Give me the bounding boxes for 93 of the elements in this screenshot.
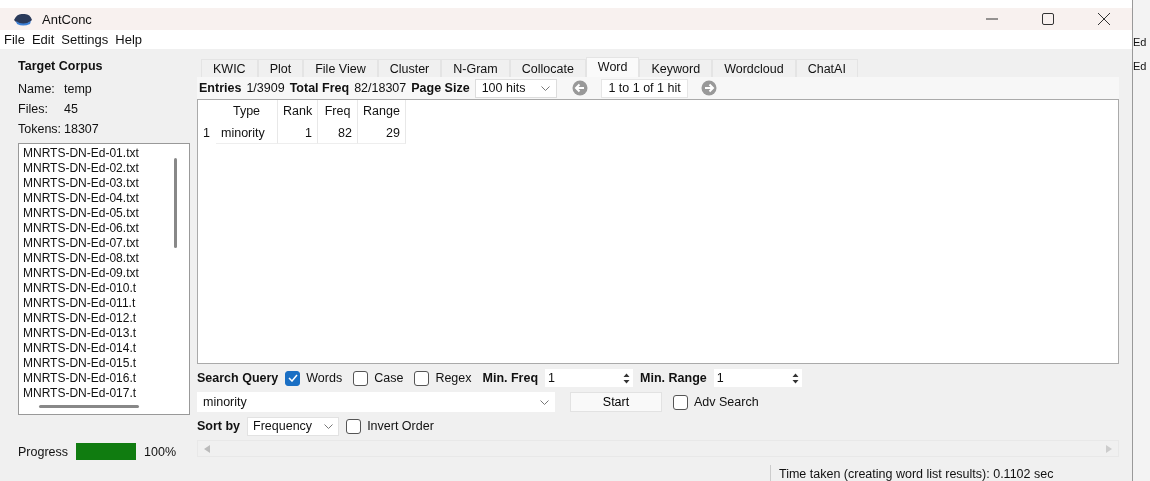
summary-value: 1/3909	[246, 81, 285, 95]
menu-item[interactable]: Help	[115, 32, 143, 47]
progress-label: Progress	[18, 444, 69, 459]
tab[interactable]: Cluster	[377, 59, 442, 77]
field-label: Tokens:	[18, 122, 63, 136]
file-list-item[interactable]: MNRTS-DN-Ed-05.txt	[23, 206, 189, 221]
checkbox-label: Case	[374, 371, 404, 385]
table-cell: minority	[216, 122, 278, 144]
checkbox-label: Regex	[435, 371, 472, 385]
sort-by-dropdown[interactable]: Frequency	[247, 416, 340, 436]
check-icon	[287, 374, 298, 382]
file-list-item[interactable]: MNRTS-DN-Ed-08.txt	[23, 251, 189, 266]
menu-item[interactable]: Edit	[31, 32, 55, 47]
search-query-combobox[interactable]: minority	[197, 392, 555, 412]
summary-label: Total Freq	[289, 81, 350, 95]
chevron-down-icon	[541, 85, 551, 91]
spinner-arrows-icon	[791, 372, 799, 384]
tab[interactable]: Word	[585, 57, 640, 77]
app-icon	[12, 11, 34, 27]
checkbox-label: Invert Order	[367, 419, 434, 433]
file-list-item[interactable]: MNRTS-DN-Ed-02.txt	[23, 161, 189, 176]
file-list-item[interactable]: MNRTS-DN-Ed-014.t	[23, 341, 189, 356]
file-list-item[interactable]: MNRTS-DN-Ed-016.t	[23, 371, 189, 386]
previous-arrow-icon[interactable]	[572, 80, 589, 96]
progress-reading: 100%	[144, 444, 176, 459]
checkbox-label: Adv Search	[694, 395, 759, 409]
field-label: Min. Range	[640, 371, 707, 385]
file-list-item[interactable]: MNRTS-DN-Ed-011.t	[23, 296, 189, 311]
tab[interactable]: File View	[303, 59, 378, 77]
checkbox[interactable]	[346, 418, 362, 434]
checkbox[interactable]	[353, 370, 369, 386]
min-range-spinbox[interactable]: 1	[713, 369, 802, 387]
status-text: Time taken (creating word list results): 0.1102 sec	[770, 465, 1132, 481]
checkbox-label: Words	[306, 371, 343, 385]
file-list-item[interactable]: MNRTS-DN-Ed-06.txt	[23, 221, 189, 236]
column-header[interactable]: Rank	[278, 100, 318, 122]
menu-item[interactable]: File	[4, 32, 25, 47]
window-title: AntConc	[42, 11, 92, 27]
section-heading: Target Corpus	[18, 59, 104, 75]
summary-value: 82/18307	[354, 81, 407, 95]
spinner-arrows-icon	[623, 372, 631, 384]
table-cell: 82	[318, 122, 358, 144]
field-label: Min. Freq	[482, 371, 539, 385]
start-button[interactable]: Start	[570, 392, 662, 412]
tab[interactable]: Plot	[257, 59, 304, 77]
checkbox[interactable]	[673, 394, 688, 410]
field-value: temp	[64, 82, 92, 96]
min-freq-spinbox[interactable]: 1	[545, 369, 634, 387]
chevron-down-icon	[324, 423, 334, 429]
file-list-item[interactable]: MNRTS-DN-Ed-09.txt	[23, 266, 189, 281]
summary-label: Entries	[199, 81, 242, 95]
file-list-item[interactable]: MNRTS-DN-Ed-017.t	[23, 386, 189, 401]
tab[interactable]: ChatAI	[795, 59, 858, 77]
table-cell: 1	[278, 122, 318, 144]
page-indicator: 1 to 1 of 1 hit	[601, 78, 688, 98]
maximize-icon[interactable]	[1042, 13, 1054, 25]
field-label: Search Query	[197, 371, 279, 385]
file-list-item[interactable]: MNRTS-DN-Ed-015.t	[23, 356, 189, 371]
chevron-down-icon	[540, 399, 549, 405]
tab[interactable]: KWIC	[201, 59, 258, 77]
next-arrow-icon[interactable]	[700, 80, 717, 96]
file-list-item[interactable]: MNRTS-DN-Ed-03.txt	[23, 176, 189, 191]
close-icon[interactable]	[1098, 13, 1110, 25]
file-list-item[interactable]: MNRTS-DN-Ed-07.txt	[23, 236, 189, 251]
scrollbar-thumb[interactable]	[39, 405, 139, 408]
summary-label: Page Size	[411, 81, 470, 95]
file-list-item[interactable]: MNRTS-DN-Ed-010.t	[23, 281, 189, 296]
table-cell: 29	[358, 122, 406, 144]
column-header[interactable]: Type	[216, 100, 278, 122]
field-label: Sort by	[197, 419, 241, 433]
scrollbar-thumb[interactable]	[174, 158, 177, 248]
field-value: 18307	[64, 122, 99, 136]
column-header[interactable]: Range	[358, 100, 406, 122]
file-list-item[interactable]: MNRTS-DN-Ed-012.t	[23, 311, 189, 326]
file-list-item[interactable]: MNRTS-DN-Ed-013.t	[23, 326, 189, 341]
column-header[interactable]: Freq	[318, 100, 358, 122]
field-label: Name:	[18, 82, 56, 96]
page-size-dropdown[interactable]: 100 hits	[474, 78, 558, 98]
tab[interactable]: Collocate	[509, 59, 586, 77]
checkbox[interactable]	[414, 370, 430, 386]
tab[interactable]: N-Gram	[441, 59, 510, 77]
file-list-item[interactable]: MNRTS-DN-Ed-04.txt	[23, 191, 189, 206]
field-label: Files:	[18, 102, 49, 116]
background-window-text: Ed	[1133, 36, 1148, 48]
row-number: 1	[202, 125, 211, 142]
background-window-text: Ed	[1133, 60, 1148, 72]
file-list-item[interactable]: MNRTS-DN-Ed-01.txt	[23, 146, 189, 161]
tab[interactable]: Wordcloud	[712, 59, 796, 77]
tab[interactable]: Keyword	[639, 59, 713, 77]
checkbox[interactable]	[285, 370, 301, 386]
menu-item[interactable]: Settings	[61, 32, 109, 47]
file-list[interactable]	[18, 143, 190, 415]
field-value: 45	[64, 102, 78, 116]
